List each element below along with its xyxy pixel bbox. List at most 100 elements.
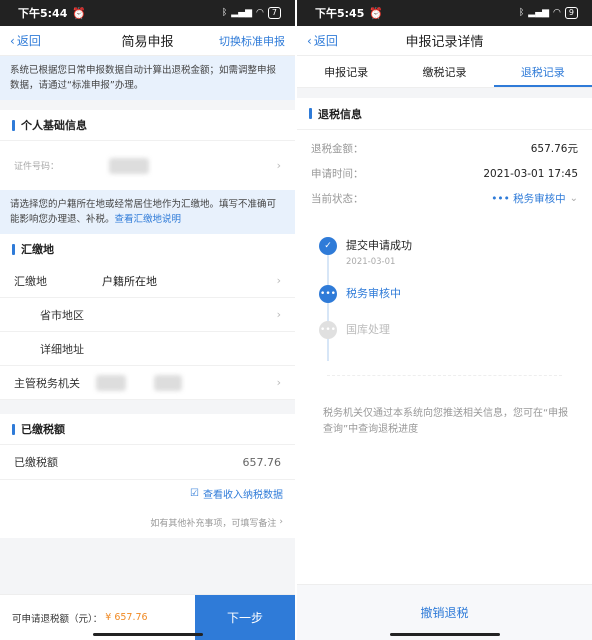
info-label: 申请时间： [311, 168, 364, 180]
info-value: 2021-03-01 17:45 [483, 167, 578, 180]
row-label: 省市地区 [40, 308, 84, 322]
chevron-left-icon: ‹ [307, 33, 312, 48]
row-value: 户籍所在地 [102, 274, 157, 288]
in-progress-icon: ••• [319, 285, 337, 303]
chevron-right-icon: › [276, 376, 281, 389]
info-label: 退税金额： [311, 143, 364, 155]
bluetooth-icon: ᛒ [221, 8, 228, 18]
section-title: 汇缴地 [21, 243, 54, 256]
tab-refund-records[interactable]: 退税记录 [493, 56, 592, 87]
remark-row[interactable]: 如有其他补充事项，可填写备注 › [0, 506, 295, 538]
section-title: 个人基础信息 [21, 119, 87, 132]
left-screen: 下午5:44 ⏰ ᛒ ▂▄▆ ◠ 7 ‹ 返回 简易申报 切换标准申报 系统已根据您日常申… [0, 0, 295, 640]
link-label: 查看收入纳税数据 [203, 489, 283, 501]
redacted-authority [154, 374, 182, 391]
row-label: 汇缴地 [14, 274, 47, 288]
status-row[interactable]: 当前状态： ••• 税务审核中 ⌄ [297, 186, 592, 211]
next-button[interactable]: 下一步 [195, 595, 295, 640]
tab-bar: 申报记录 缴税记录 退税记录 [297, 56, 592, 88]
wifi-icon: ◠ [553, 8, 561, 18]
home-indicator [389, 633, 500, 636]
step-title: 提交申请成功 [346, 239, 412, 252]
tax-authority-row[interactable]: 主管税务机关 › [0, 366, 295, 400]
chevron-right-icon: › [276, 308, 281, 321]
section-bar [12, 119, 15, 131]
status-bar: 下午5:44 ⏰ ᛒ ▂▄▆ ◠ 7 [0, 0, 295, 26]
timeline-step: ✓ 提交申请成功 2021-03-01 [319, 237, 572, 267]
step-date: 2021-03-01 [346, 257, 396, 267]
signal-icon: ▂▄▆ [528, 8, 550, 18]
battery-icon: 7 [267, 7, 281, 19]
section-huijiao: 汇缴地 [0, 234, 295, 264]
switch-standard-button[interactable]: 切换标准申报 [219, 33, 285, 49]
battery-icon: 9 [564, 7, 578, 19]
id-number-row[interactable]: 证件号码： › [0, 140, 295, 190]
section-paid: 已缴税额 [0, 414, 295, 444]
status-bar: 下午5:45 ⏰ ᛒ ▂▄▆ ◠ 9 [297, 0, 592, 26]
signal-icon: ▂▄▆ [231, 8, 253, 18]
status-value: ••• 税务审核中 [491, 193, 566, 205]
back-label: 返回 [16, 34, 41, 48]
back-button[interactable]: ‹ 返回 [307, 32, 338, 49]
alarm-icon: ⏰ [72, 6, 87, 20]
view-income-link[interactable]: ☑ 查看收入纳税数据 [0, 480, 295, 506]
region-row[interactable]: 省市地区 › [0, 298, 295, 332]
nav-bar: ‹ 返回 简易申报 切换标准申报 [0, 26, 295, 56]
step-title: 国库处理 [346, 323, 390, 336]
section-title: 退税信息 [318, 107, 362, 121]
notice-banner: 系统已根据您日常申报数据自动计算出退税金额；如需调整申报数据，请通过“标准申报”… [0, 56, 295, 100]
row-label: 已缴税额 [14, 456, 58, 469]
id-label: 证件号码： [14, 162, 60, 172]
hint-link[interactable]: 查看汇缴地说明 [115, 214, 182, 225]
section-bar [12, 243, 15, 255]
section-title: 已缴税额 [21, 423, 65, 436]
progress-timeline: ✓ 提交申请成功 2021-03-01 ••• 税务审核中 ••• 国库处理 [297, 225, 592, 375]
home-indicator [92, 633, 203, 636]
paid-row: 已缴税额 657.76 [0, 444, 295, 480]
tab-payment-records[interactable]: 缴税记录 [395, 56, 493, 87]
chevron-right-icon: › [276, 159, 281, 172]
edit-icon: ☑ [190, 487, 199, 499]
section-bar [12, 423, 15, 435]
wifi-icon: ◠ [256, 8, 264, 18]
back-label: 返回 [313, 34, 338, 48]
row-label: 主管税务机关 [14, 376, 80, 390]
address-row[interactable]: 详细地址 [0, 332, 295, 366]
apply-time-row: 申请时间： 2021-03-01 17:45 [297, 161, 592, 186]
hint-banner: 请选择您的户籍所在地或经常居住地作为汇缴地。填写不准确可能影响您办理退、补税。查… [0, 190, 295, 234]
cancel-refund-button[interactable]: 撤销退税 [297, 584, 592, 640]
paid-value: 657.76 [242, 455, 282, 469]
section-refund-info: 退税信息 [297, 98, 592, 130]
redacted-id [109, 157, 150, 174]
back-button[interactable]: ‹ 返回 [10, 32, 41, 49]
chevron-right-icon: › [279, 517, 283, 527]
section-personal: 个人基础信息 [0, 110, 295, 140]
page-title: 申报记录详情 [405, 35, 484, 50]
info-label: 当前状态： [311, 193, 364, 205]
redacted-authority [96, 374, 126, 391]
bluetooth-icon: ᛒ [518, 8, 525, 18]
refund-label: 可申请退税额（元）： [12, 613, 103, 625]
row-label: 详细地址 [40, 342, 84, 356]
timeline-step: ••• 国库处理 [319, 321, 572, 339]
status-time: 下午5:45 [315, 7, 365, 20]
step-title: 税务审核中 [346, 287, 401, 300]
timeline-step: ••• 税务审核中 [319, 285, 572, 303]
chevron-right-icon: › [276, 274, 281, 287]
tab-declare-records[interactable]: 申报记录 [297, 56, 395, 87]
check-icon: ✓ [319, 237, 337, 255]
timeline-line [327, 251, 329, 361]
pending-icon: ••• [319, 321, 337, 339]
refund-amount-row: 退税金额： 657.76元 [297, 136, 592, 161]
info-value: 657.76元 [530, 143, 578, 155]
huijiao-row[interactable]: 汇缴地 户籍所在地 › [0, 264, 295, 298]
refund-amount: ¥ 657.76 [105, 612, 148, 623]
chevron-left-icon: ‹ [10, 33, 15, 48]
footnote: 税务机关仅通过本系统向您推送相关信息，您可在“申报查询”中查询退税进度 [323, 408, 569, 435]
right-screen: 下午5:45 ⏰ ᛒ ▂▄▆ ◠ 9 ‹ 返回 申报记录详情 申报记录 缴税记录 退税记录… [297, 0, 592, 640]
section-bar [309, 108, 312, 119]
chevron-down-icon: ⌄ [569, 193, 578, 204]
nav-bar: ‹ 返回 申报记录详情 [297, 26, 592, 56]
remark-label: 如有其他补充事项，可填写备注 [150, 518, 277, 529]
status-time: 下午5:44 [18, 7, 68, 20]
